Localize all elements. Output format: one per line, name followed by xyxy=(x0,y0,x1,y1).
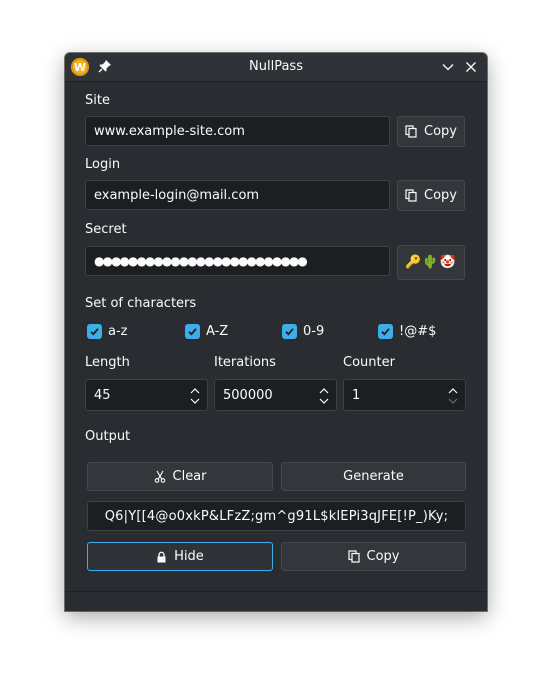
counter-label: Counter xyxy=(343,355,395,370)
checkbox-uppercase-box[interactable] xyxy=(185,324,200,339)
scissors-icon xyxy=(154,470,165,483)
secret-label: Secret xyxy=(85,222,127,237)
generate-button[interactable]: Generate xyxy=(281,462,466,491)
output-label: Output xyxy=(85,429,131,444)
iterations-label: Iterations xyxy=(214,355,276,370)
checkbox-digits-label: 0-9 xyxy=(303,324,325,339)
hide-label: Hide xyxy=(174,549,204,564)
iterations-spinbox[interactable]: 500000 xyxy=(214,379,337,411)
length-spinbox[interactable]: 45 xyxy=(85,379,208,411)
login-input[interactable]: example-login@mail.com xyxy=(85,180,390,210)
checkbox-lowercase[interactable]: a-z xyxy=(87,324,127,339)
copy-site-button[interactable]: Copy xyxy=(397,116,465,147)
iterations-value: 500000 xyxy=(223,387,273,403)
checkbox-lowercase-label: a-z xyxy=(108,324,128,339)
checkbox-uppercase-label: A-Z xyxy=(206,324,229,339)
copy-login-label: Copy xyxy=(424,188,457,203)
secret-emoji-button[interactable]: 🔑🌵🤡 xyxy=(397,245,465,280)
counter-value: 1 xyxy=(352,387,361,403)
copy-icon xyxy=(347,550,360,563)
check-icon xyxy=(188,328,197,336)
checkbox-digits-box[interactable] xyxy=(282,324,297,339)
title-bar: W NullPass xyxy=(65,53,487,82)
check-icon xyxy=(381,328,390,336)
output-password-field[interactable]: Q6|Y[[4@o0xkP&LFzZ;gm^g91L$klEPi3qJFE[!P… xyxy=(87,501,466,531)
site-label: Site xyxy=(85,93,110,108)
login-label: Login xyxy=(85,157,121,172)
copy-icon xyxy=(405,125,417,138)
clear-label: Clear xyxy=(172,469,207,484)
clear-button[interactable]: Clear xyxy=(87,462,273,491)
hide-button[interactable]: Hide xyxy=(87,542,273,571)
counter-spinbox[interactable]: 1 xyxy=(343,379,466,411)
copy-login-button[interactable]: Copy xyxy=(397,180,465,211)
checkbox-digits[interactable]: 0-9 xyxy=(282,324,324,339)
nullpass-window: W NullPass Site www.example-site.com Cop… xyxy=(65,53,487,611)
copy-icon xyxy=(405,189,417,202)
charset-label: Set of characters xyxy=(85,296,197,311)
check-icon xyxy=(285,328,294,336)
copy-output-button[interactable]: Copy xyxy=(281,542,466,571)
checkbox-symbols-label: !@#$ xyxy=(399,324,437,339)
status-bar xyxy=(65,591,487,611)
site-input[interactable]: www.example-site.com xyxy=(85,116,390,146)
spin-arrows-icon[interactable] xyxy=(318,386,330,406)
secret-input[interactable]: ●●●●●●●●●●●●●●●●●●●●●●●●● xyxy=(85,246,390,276)
window-title: NullPass xyxy=(249,59,303,74)
generate-label: Generate xyxy=(343,469,404,484)
copy-output-label: Copy xyxy=(366,549,400,564)
chevron-down-icon[interactable] xyxy=(440,59,456,75)
length-value: 45 xyxy=(94,387,111,403)
spin-arrows-icon[interactable] xyxy=(447,386,459,406)
checkbox-symbols-box[interactable] xyxy=(378,324,393,339)
checkbox-symbols[interactable]: !@#$ xyxy=(378,324,436,339)
copy-site-label: Copy xyxy=(424,124,457,139)
checkbox-uppercase[interactable]: A-Z xyxy=(185,324,228,339)
length-label: Length xyxy=(85,355,130,370)
checkbox-lowercase-box[interactable] xyxy=(87,324,102,339)
close-icon[interactable] xyxy=(463,59,479,75)
lock-icon xyxy=(157,551,166,562)
check-icon xyxy=(90,328,99,336)
spin-arrows-icon[interactable] xyxy=(189,386,201,406)
